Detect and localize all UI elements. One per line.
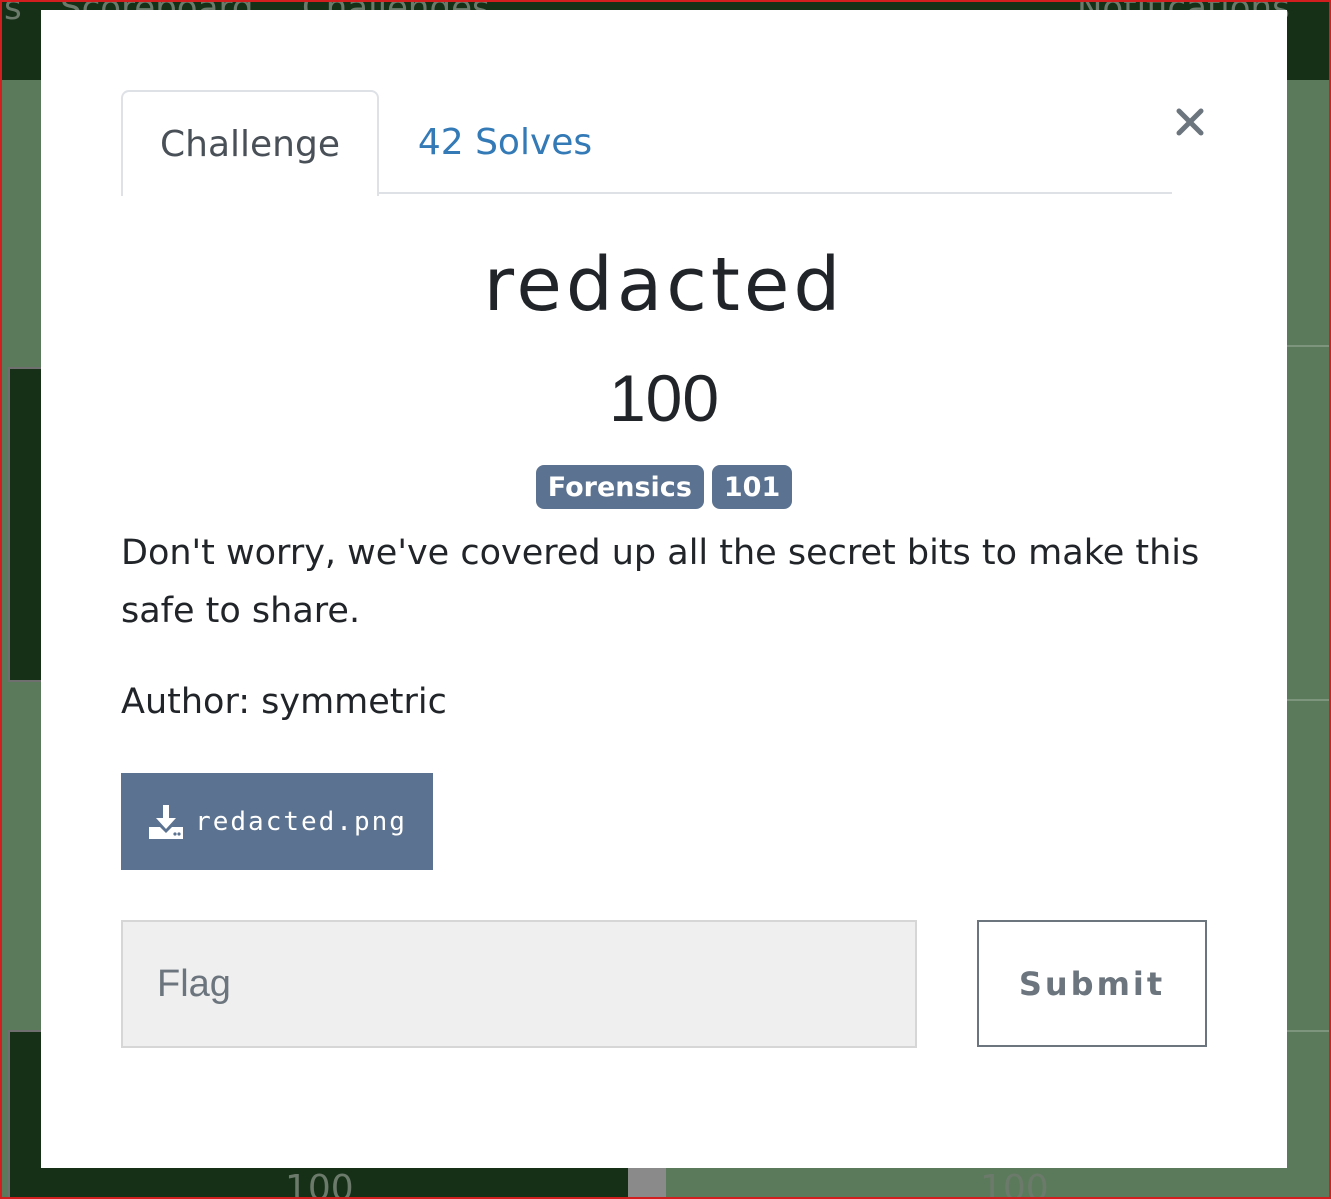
tab-solves-label: 42 Solves	[417, 121, 593, 163]
background-divider	[1282, 1030, 1329, 1032]
challenge-tags: Forensics 101	[41, 465, 1287, 509]
challenge-points: 100	[608, 361, 720, 435]
modal-tabs: Challenge 42 Solves	[121, 90, 1172, 196]
tag-badge: Forensics	[535, 465, 704, 509]
challenge-name: redacted	[483, 242, 845, 328]
tab-solves[interactable]: 42 Solves	[379, 90, 631, 194]
flag-input[interactable]	[121, 920, 917, 1048]
tab-challenge[interactable]: Challenge	[121, 90, 379, 196]
close-icon	[1176, 108, 1204, 136]
challenge-description: Don't worry, we've covered up all the se…	[121, 533, 1200, 631]
background-nav-item: s	[4, 0, 22, 28]
close-button[interactable]	[1172, 102, 1208, 142]
background-card-points: 100	[980, 1168, 1049, 1199]
challenge-author: Author: symmetric	[121, 682, 447, 722]
challenge-modal: Challenge 42 Solves redacted 100 Forensi…	[41, 10, 1287, 1168]
download-file-button[interactable]: redacted.png	[121, 773, 433, 870]
background-card-points: 100	[285, 1168, 354, 1199]
background-divider	[628, 1168, 666, 1197]
tab-challenge-label: Challenge	[160, 123, 340, 165]
download-file-label: redacted.png	[195, 806, 407, 837]
background-divider	[1282, 345, 1329, 347]
download-icon	[149, 804, 184, 839]
submit-button[interactable]: Submit	[977, 920, 1207, 1047]
background-divider	[1282, 699, 1329, 701]
tag-badge: 101	[711, 465, 793, 509]
